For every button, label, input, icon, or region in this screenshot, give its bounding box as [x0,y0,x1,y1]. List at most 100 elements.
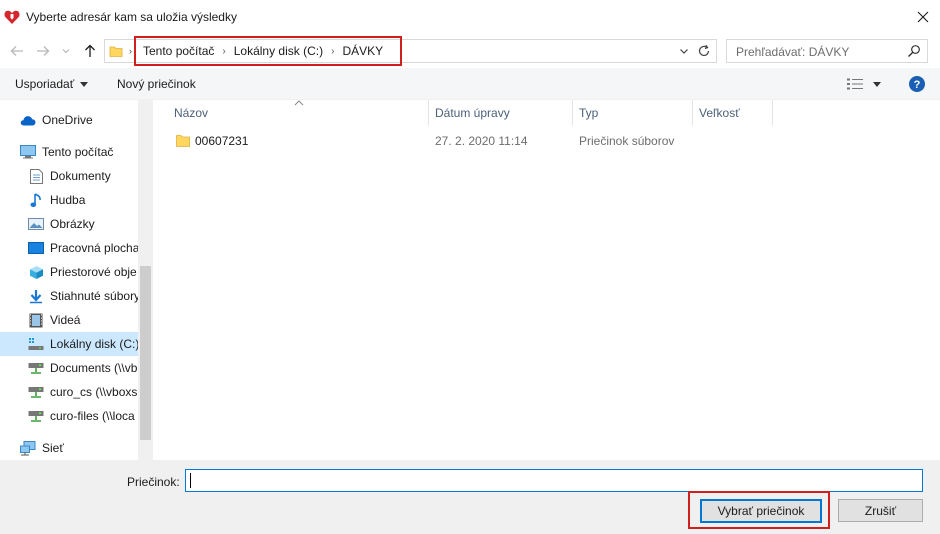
chevron-down-icon[interactable] [678,45,690,57]
sidebar-item-label: curo_cs (\\vboxs [50,385,138,399]
local-disk-icon [28,336,44,352]
sidebar-item-curo-cs[interactable]: curo_cs (\\vboxs [0,380,138,404]
navigation-bar: › Tento počítač › Lokálny disk (C:) › DÁ… [0,34,940,68]
column-header-name[interactable]: Názov [167,100,429,126]
sidebar-item-onedrive[interactable]: OneDrive [0,108,138,132]
refresh-icon[interactable] [696,43,712,59]
sidebar-item-label: Dokumenty [50,169,111,183]
3d-objects-icon [28,264,44,280]
breadcrumb-davky[interactable]: DÁVKY [342,44,383,58]
title-bar: Vyberte adresár kam sa uložia výsledky [0,0,940,34]
folder-name-input[interactable] [185,469,923,492]
file-list: Názov Dátum úpravy Typ Veľkosť 00607231 … [153,100,940,460]
column-header-label: Veľkosť [699,106,740,120]
search-input[interactable]: Prehľadávať: DÁVKY [726,39,928,63]
address-bar[interactable]: › Tento počítač › Lokálny disk (C:) › DÁ… [104,36,717,66]
heart-logo-icon [4,10,20,24]
dialog-footer: Priečinok: Vybrať priečinok Zrušiť [0,460,940,534]
command-bar: Usporiadať Nový priečinok ? [0,68,940,100]
recent-locations-button[interactable] [60,42,72,60]
breadcrumb-this-pc[interactable]: Tento počítač [143,44,214,58]
network-drive-icon [28,384,44,400]
back-button[interactable] [8,42,26,60]
folder-icon [176,135,190,147]
sidebar-item-3d-objects[interactable]: Priestorové obje [0,260,138,284]
close-button[interactable] [912,6,934,28]
documents-icon [28,168,44,184]
cancel-button[interactable]: Zrušiť [838,499,923,522]
search-icon [908,45,920,57]
downloads-icon [28,288,44,304]
column-header-label: Názov [174,106,209,120]
help-icon[interactable]: ? [909,76,925,92]
svg-text:?: ? [914,79,921,91]
file-type: Priečinok súborov [579,134,675,148]
window-title: Vyberte adresár kam sa uložia výsledky [26,10,237,24]
arrow-up-icon [85,44,95,57]
table-row[interactable]: 00607231 27. 2. 2020 11:14 Priečinok súb… [168,130,928,152]
caret-down-icon [80,81,89,87]
sidebar-item-label: Pracovná plocha [50,241,138,255]
sidebar-item-label: Obrázky [50,217,95,231]
sidebar-item-label: Tento počítač [42,145,114,159]
sidebar-item-downloads[interactable]: Stiahnuté súbory [0,284,138,308]
videos-icon [28,312,44,328]
file-date: 27. 2. 2020 11:14 [435,134,528,148]
breadcrumb: Tento počítač › Lokálny disk (C:) › DÁVK… [134,36,402,66]
column-header-label: Typ [579,106,599,120]
close-icon [917,11,929,23]
select-folder-highlight: Vybrať priečinok [688,491,830,529]
sidebar-item-label: Priestorové obje [50,265,137,279]
sidebar-item-label: Videá [50,313,81,327]
sidebar-item-music[interactable]: Hudba [0,188,138,212]
network-drive-icon [28,408,44,424]
sidebar-item-curo-files[interactable]: curo-files (\\loca [0,404,138,428]
sidebar-item-videos[interactable]: Videá [0,308,138,332]
sidebar-item-label: curo-files (\\loca [50,409,135,423]
network-icon [20,440,36,456]
sidebar-item-documents-network[interactable]: Documents (\\vb [0,356,138,380]
search-placeholder: Prehľadávať: DÁVKY [736,45,850,59]
sidebar-item-label: Lokálny disk (C:) [50,337,138,351]
navigation-pane: OneDrive Tento počítač Dokumenty Hudba O… [0,100,153,460]
chevron-down-icon [62,49,70,54]
forward-button[interactable] [34,42,52,60]
sidebar-item-network[interactable]: Sieť [0,436,138,460]
sidebar-item-this-pc[interactable]: Tento počítač [0,140,138,164]
chevron-right-icon[interactable]: › [331,46,334,57]
chevron-right-icon[interactable]: › [222,46,225,57]
column-header-date[interactable]: Dátum úpravy [428,100,573,126]
pictures-icon [28,216,44,232]
sidebar-item-desktop[interactable]: Pracovná plocha [0,236,138,260]
organize-label: Usporiadať [15,77,75,91]
arrow-right-icon [37,46,50,56]
organize-button[interactable]: Usporiadať [15,77,89,91]
sidebar-item-local-disk[interactable]: Lokálny disk (C:) [0,332,138,356]
network-drive-icon [28,360,44,376]
sidebar-item-label: OneDrive [42,113,93,127]
scrollbar-thumb[interactable] [140,266,151,440]
navigation-scrollbar[interactable] [138,100,153,460]
text-cursor [190,473,191,488]
file-name: 00607231 [195,134,249,148]
view-options-button[interactable] [847,77,883,91]
folder-label: Priečinok: [127,475,180,489]
sidebar-item-documents[interactable]: Dokumenty [0,164,138,188]
details-view-icon [847,78,863,90]
column-header-size[interactable]: Veľkosť [692,100,773,126]
sidebar-item-label: Hudba [50,193,86,207]
sidebar-item-label: Documents (\\vb [50,361,138,375]
folder-icon [109,46,123,57]
up-button[interactable] [81,42,99,60]
arrow-left-icon [10,46,23,56]
sidebar-item-pictures[interactable]: Obrázky [0,212,138,236]
breadcrumb-local-disk[interactable]: Lokálny disk (C:) [234,44,323,58]
new-folder-button[interactable]: Nový priečinok [117,77,196,91]
sidebar-item-label: Stiahnuté súbory [50,289,138,303]
caret-down-icon [873,81,881,87]
chevron-right-icon: › [129,46,132,56]
select-folder-button[interactable]: Vybrať priečinok [700,499,822,523]
onedrive-cloud-icon [20,112,36,128]
computer-icon [20,144,36,160]
column-header-type[interactable]: Typ [572,100,693,126]
